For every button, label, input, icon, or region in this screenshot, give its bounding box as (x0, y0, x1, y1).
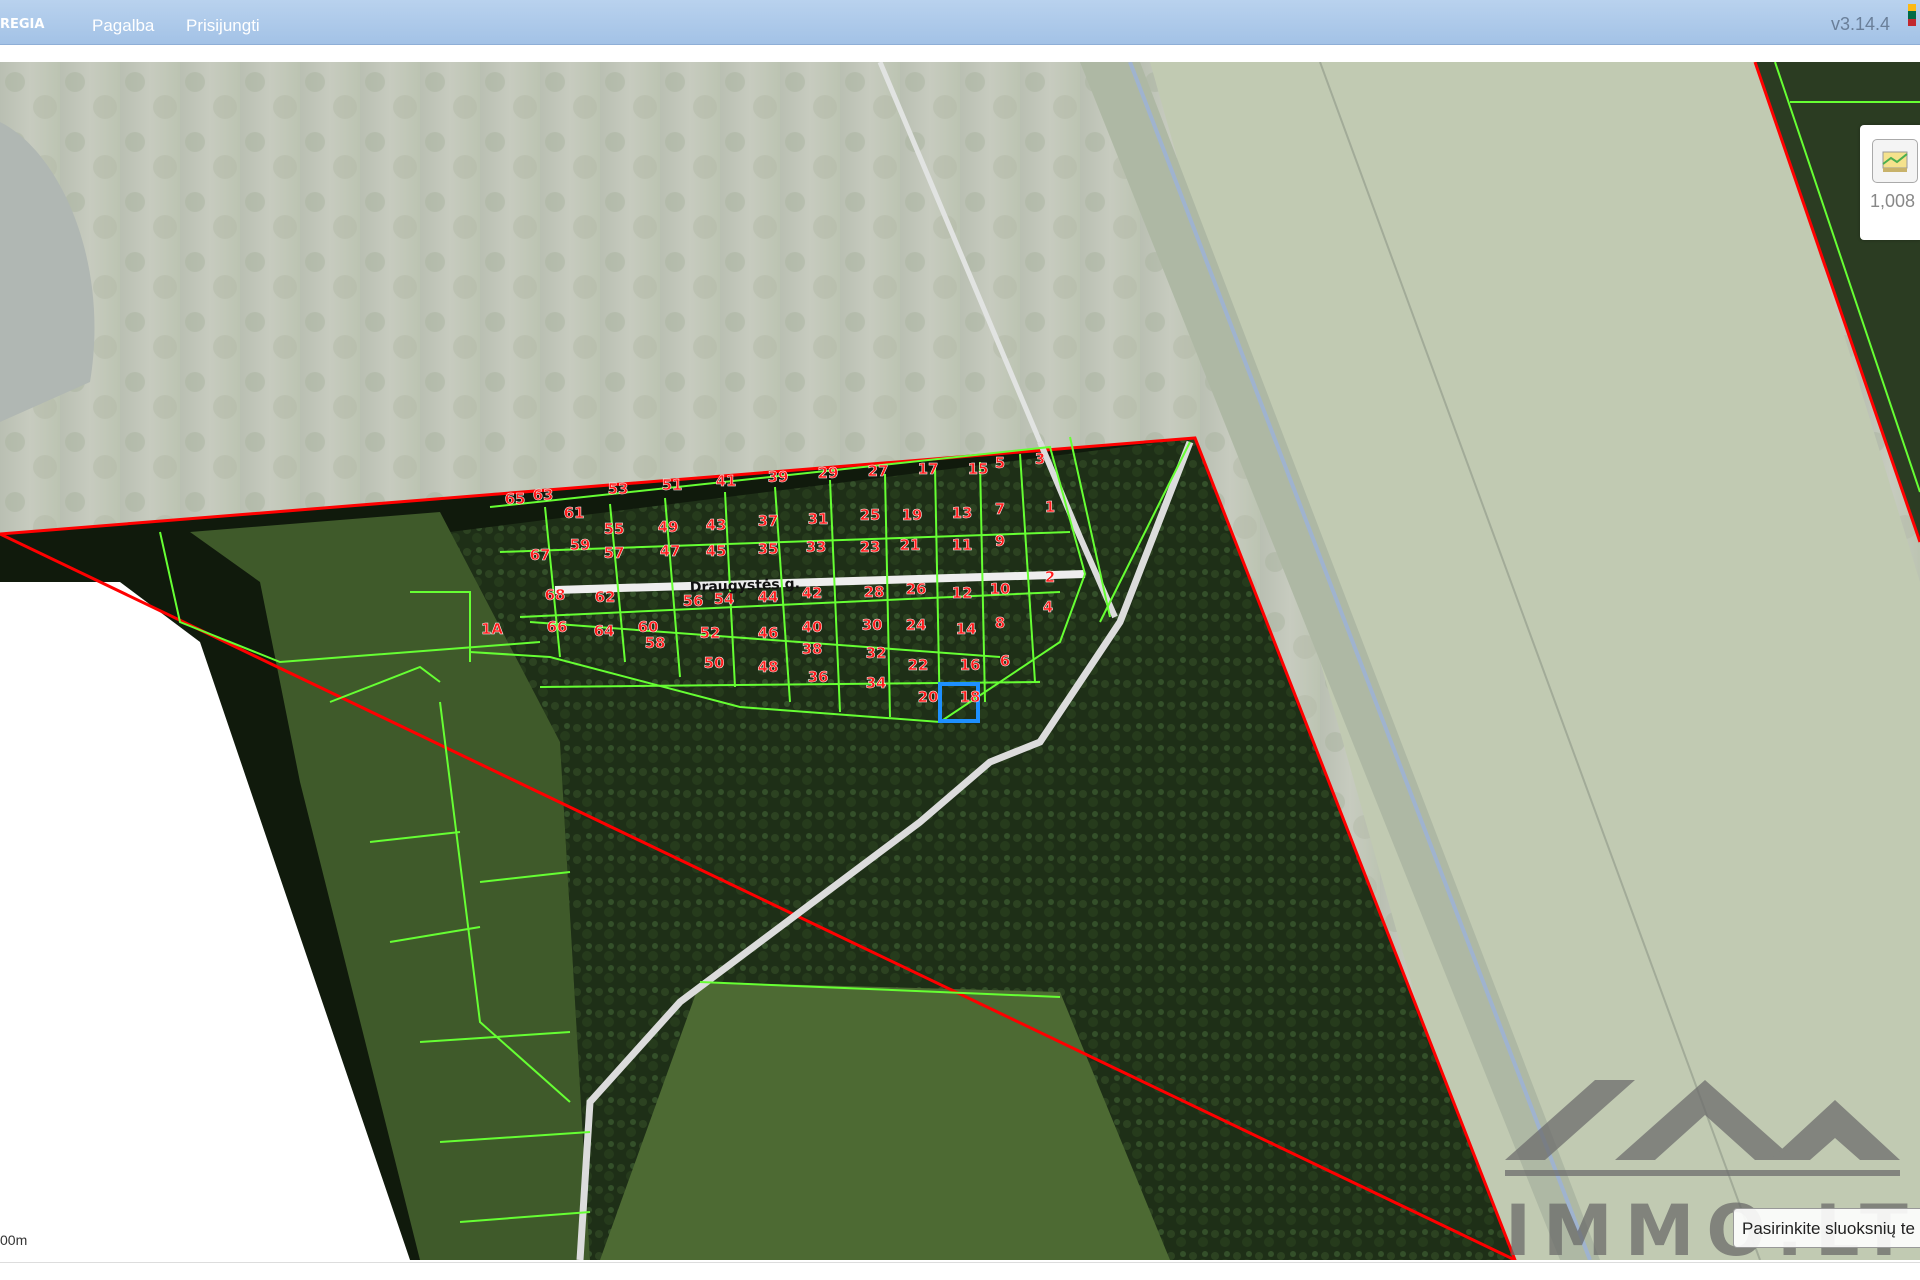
parcel-label-67[interactable]: 67 (529, 546, 551, 565)
parcel-label-49[interactable]: 49 (657, 518, 679, 537)
parcel-label-20[interactable]: 20 (917, 688, 939, 707)
nav-login-link[interactable]: Prisijungti (186, 16, 260, 36)
parcel-label-26[interactable]: 26 (905, 580, 927, 599)
parcel-label-48[interactable]: 48 (757, 658, 779, 677)
parcel-label-2[interactable]: 2 (1045, 568, 1056, 587)
layer-select-dropdown[interactable]: Pasirinkite sluoksnių te (1733, 1208, 1920, 1248)
parcel-label-32[interactable]: 32 (865, 644, 887, 663)
parcel-label-7[interactable]: 7 (995, 500, 1006, 519)
parcel-label-18[interactable]: 18 (959, 688, 981, 707)
bottom-border (0, 1262, 1920, 1263)
parcel-label-42[interactable]: 42 (801, 584, 823, 603)
parcel-label-58[interactable]: 58 (644, 634, 666, 653)
zoom-value: 1,008 (1870, 191, 1916, 211)
parcel-label-10[interactable]: 10 (989, 580, 1011, 599)
parcel-label-55[interactable]: 55 (603, 520, 625, 539)
map-scale-label: 00m (0, 1232, 28, 1248)
parcel-label-41[interactable]: 41 (715, 472, 737, 491)
parcel-label-46[interactable]: 46 (757, 624, 779, 643)
parcel-label-37[interactable]: 37 (757, 512, 779, 531)
parcel-label-9[interactable]: 9 (995, 532, 1006, 551)
parcel-label-12[interactable]: 12 (951, 584, 973, 603)
parcel-label-57[interactable]: 57 (603, 544, 625, 563)
parcel-label-43[interactable]: 43 (705, 516, 727, 535)
parcel-label-11[interactable]: 11 (951, 536, 973, 555)
parcel-label-29[interactable]: 29 (817, 464, 839, 483)
parcel-label-23[interactable]: 23 (859, 538, 881, 557)
parcel-label-21[interactable]: 21 (899, 536, 921, 555)
lithuania-flag-icon[interactable] (1908, 4, 1916, 26)
parcel-label-64[interactable]: 64 (593, 622, 615, 641)
parcel-label-66[interactable]: 66 (546, 618, 568, 637)
parcel-label-5[interactable]: 5 (995, 454, 1006, 473)
parcel-label-8[interactable]: 8 (995, 614, 1006, 633)
parcel-label-30[interactable]: 30 (861, 616, 883, 635)
parcel-label-59[interactable]: 59 (569, 536, 591, 555)
layers-map-icon[interactable] (1872, 139, 1918, 183)
parcel-label-3[interactable]: 3 (1035, 450, 1046, 469)
parcel-label-39[interactable]: 39 (767, 468, 789, 487)
parcel-label-47[interactable]: 47 (659, 542, 681, 561)
parcel-label-33[interactable]: 33 (805, 538, 827, 557)
parcel-label-15[interactable]: 15 (967, 460, 989, 479)
parcel-label-25[interactable]: 25 (859, 506, 881, 525)
parcel-label-27[interactable]: 27 (867, 462, 889, 481)
parcel-label-50[interactable]: 50 (703, 654, 725, 673)
parcel-label-62[interactable]: 62 (594, 588, 616, 607)
parcel-label-45[interactable]: 45 (705, 542, 727, 561)
app-brand[interactable]: REGIA (0, 17, 44, 32)
parcel-label-31[interactable]: 31 (807, 510, 829, 529)
parcel-label-34[interactable]: 34 (865, 674, 887, 693)
parcel-label-14[interactable]: 14 (955, 620, 977, 639)
parcel-label-35[interactable]: 35 (757, 540, 779, 559)
parcel-label-24[interactable]: 24 (905, 616, 927, 635)
version-label: v3.14.4 (1830, 14, 1890, 34)
nav-help-link[interactable]: Pagalba (92, 16, 154, 36)
top-navigation-bar: REGIA Pagalba Prisijungti v3.14.4 (0, 0, 1920, 45)
parcel-label-52[interactable]: 52 (699, 624, 721, 643)
parcel-label-40[interactable]: 40 (801, 618, 823, 637)
parcel-label-28[interactable]: 28 (863, 583, 885, 602)
parcel-label-51[interactable]: 51 (661, 476, 683, 495)
parcel-label-4[interactable]: 4 (1043, 598, 1054, 617)
parcel-label-53[interactable]: 53 (607, 480, 629, 499)
parcel-label-38[interactable]: 38 (801, 640, 823, 659)
parcel-label-1[interactable]: 1 (1045, 498, 1056, 517)
parcel-label-19[interactable]: 19 (901, 506, 923, 525)
parcel-label-65[interactable]: 65 (504, 490, 526, 509)
layer-zoom-widget: 1,008 (1860, 125, 1920, 240)
parcel-label-6[interactable]: 6 (1000, 652, 1011, 671)
parcel-label-61[interactable]: 61 (563, 504, 585, 523)
parcel-label-16[interactable]: 16 (959, 656, 981, 675)
parcel-label-22[interactable]: 22 (907, 656, 929, 675)
parcel-label-17[interactable]: 17 (917, 460, 939, 479)
parcel-label-63[interactable]: 63 (532, 486, 554, 505)
parcel-label-68[interactable]: 68 (544, 586, 566, 605)
parcel-label-1a[interactable]: 1A (481, 620, 504, 639)
parcel-label-36[interactable]: 36 (807, 668, 829, 687)
parcel-label-13[interactable]: 13 (951, 504, 973, 523)
